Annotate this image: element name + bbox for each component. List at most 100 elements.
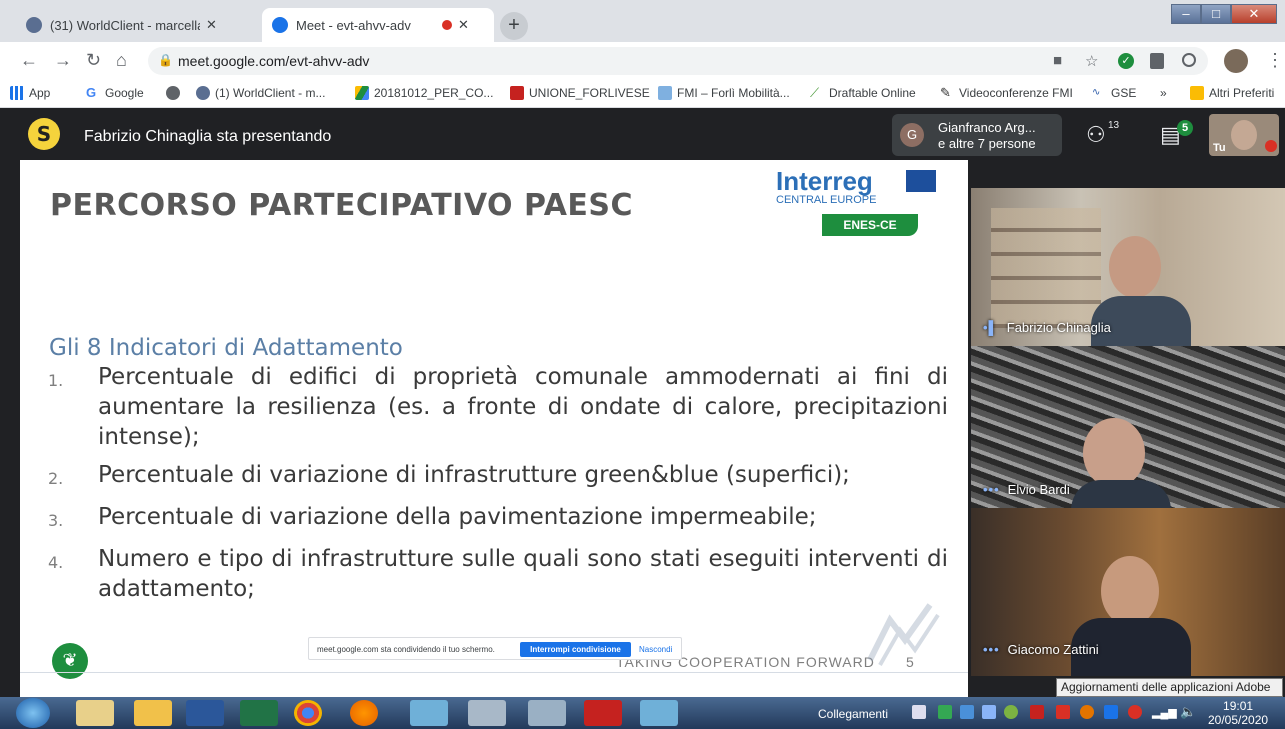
participant-tile[interactable]: ••• Elvio Bardi	[971, 346, 1285, 508]
slide-subtitle: Gli 8 Indicatori di Adattamento	[49, 335, 403, 361]
clock[interactable]: 19:01 20/05/2020	[1208, 699, 1268, 727]
participants-chip[interactable]: G Gianfranco Arg... e altre 7 persone	[892, 114, 1062, 156]
tray-icon[interactable]	[1004, 705, 1018, 719]
links-toolbar[interactable]: Collegamenti	[818, 707, 888, 721]
start-button[interactable]	[16, 698, 50, 728]
profile-avatar[interactable]	[1224, 49, 1248, 73]
presenter-avatar: S	[28, 118, 60, 150]
camera-icon[interactable]: ■	[1053, 52, 1062, 69]
participant-face	[1101, 556, 1159, 626]
url-text: meet.google.com/evt-ahvv-adv	[178, 53, 370, 69]
extension-circle-icon[interactable]	[1182, 53, 1196, 67]
mic-off-icon	[1265, 140, 1277, 152]
menu-icon[interactable]: ⋮	[1266, 50, 1284, 71]
forward-icon[interactable]: →	[54, 50, 72, 71]
app-icon[interactable]	[410, 700, 448, 726]
tab-worldclient[interactable]: (31) WorldClient - marcella.ming ✕	[16, 8, 261, 42]
draftable-icon: ⟋	[810, 86, 824, 100]
maximize-icon[interactable]: □	[1201, 4, 1231, 24]
leaf-logo-icon: ❦	[52, 643, 88, 679]
close-window-icon[interactable]: ✕	[1231, 4, 1277, 24]
extension-check-icon[interactable]: ✓	[1118, 53, 1134, 69]
worldclient-icon	[26, 17, 42, 33]
tray-icon[interactable]	[960, 705, 974, 719]
people-icon[interactable]: ⚇	[1086, 122, 1106, 148]
tray-icon[interactable]	[1104, 705, 1118, 719]
gse-icon: ∿	[1092, 86, 1106, 100]
footer-decoration-icon	[867, 603, 940, 666]
presenting-text: Fabrizio Chinaglia sta presentando	[84, 128, 332, 145]
bookshelf-background	[991, 208, 1101, 328]
bookmark-unione[interactable]: UNIONE_FORLIVESE	[510, 86, 650, 100]
back-icon[interactable]: ←	[20, 50, 38, 71]
chrome-icon[interactable]	[294, 700, 322, 726]
network-icon[interactable]: ▂▄▆	[1152, 706, 1177, 719]
recording-icon	[442, 20, 452, 30]
bookmark-gse[interactable]: ∿ GSE	[1092, 86, 1136, 100]
tray-tooltip: Aggiornamenti delle applicazioni Adobe	[1056, 678, 1283, 697]
share-message: meet.google.com sta condividendo il tuo …	[317, 645, 495, 654]
bookmarks-overflow[interactable]: »	[1160, 86, 1167, 100]
participant-face	[1109, 236, 1161, 298]
chat-badge: 5	[1177, 120, 1193, 136]
app-icon[interactable]	[640, 700, 678, 726]
tab-meet[interactable]: Meet - evt-ahvv-adv ✕	[262, 8, 494, 42]
bookmark-google[interactable]: G Google	[86, 86, 144, 100]
close-tab-icon[interactable]: ✕	[458, 17, 469, 33]
tray-icon[interactable]	[982, 705, 996, 719]
feather-icon: ✎	[940, 86, 954, 100]
bookmark-draftable[interactable]: ⟋ Draftable Online	[810, 86, 916, 100]
home-icon[interactable]: ⌂	[116, 50, 127, 71]
bookmark-icon	[510, 86, 524, 100]
fmi-icon	[658, 86, 672, 100]
bookmark-altri-preferiti[interactable]: Altri Preferiti	[1190, 86, 1274, 100]
star-icon[interactable]: ☆	[1085, 52, 1098, 70]
bookmarks-bar: App G Google (1) WorldClient - m... 20181…	[0, 80, 1285, 108]
window-controls: – □ ✕	[1171, 4, 1277, 24]
bookmark-globe[interactable]	[166, 86, 185, 100]
extension-shield-icon[interactable]	[1150, 53, 1164, 69]
list-item: 2. Percentuale di variazione di infrastru…	[48, 462, 850, 488]
shared-slide: PERCORSO PARTECIPATIVO PAESC Interreg CE…	[20, 160, 968, 697]
list-item: 1. Percentuale di edifici di proprietà co…	[48, 364, 948, 450]
calculator-icon[interactable]	[528, 700, 566, 726]
word-icon[interactable]	[186, 700, 224, 726]
tray-icon[interactable]	[1080, 705, 1094, 719]
tray-icon[interactable]	[912, 705, 926, 719]
tray-icon[interactable]	[938, 705, 952, 719]
more-options-icon: •••	[983, 642, 1000, 657]
tray-icon[interactable]	[1128, 705, 1142, 719]
folder-icon	[1190, 86, 1204, 100]
volume-icon[interactable]: 🔈	[1180, 704, 1196, 720]
bookmark-videoconferenze[interactable]: ✎ Videoconferenze FMI	[940, 86, 1073, 100]
meet-icon	[272, 17, 288, 33]
bookmark-worldclient[interactable]: (1) WorldClient - m...	[196, 86, 325, 100]
close-tab-icon[interactable]: ✕	[206, 17, 217, 33]
excel-icon[interactable]	[240, 700, 278, 726]
firefox-icon[interactable]	[350, 700, 378, 726]
enes-ce-badge: ENES-CE	[822, 214, 918, 236]
new-tab-button[interactable]: +	[500, 12, 528, 40]
address-bar[interactable]: 🔒 meet.google.com/evt-ahvv-adv ■ ☆	[148, 47, 1208, 75]
lock-icon[interactable]: 🔒	[158, 53, 173, 67]
app-icon[interactable]	[584, 700, 622, 726]
minimize-icon[interactable]: –	[1171, 4, 1201, 24]
tray-icon[interactable]	[1030, 705, 1044, 719]
eu-flag-icon	[906, 170, 936, 192]
list-item: 4. Numero e tipo di infrastrutture sulle …	[48, 546, 948, 602]
apps-grid-icon	[10, 86, 24, 100]
participant-tile[interactable]: •▌ Fabrizio Chinaglia	[971, 188, 1285, 346]
stop-sharing-button[interactable]: Interrompi condivisione	[520, 642, 631, 657]
self-view-tile[interactable]: Tu	[1209, 114, 1279, 156]
bookmark-fmi[interactable]: FMI – Forlì Mobilità...	[658, 86, 790, 100]
explorer-icon[interactable]	[76, 700, 114, 726]
snipping-tool-icon[interactable]	[468, 700, 506, 726]
meet-area: S Fabrizio Chinaglia sta presentando G G…	[0, 108, 1285, 697]
participant-tile[interactable]: ••• Giacomo Zattini	[971, 508, 1285, 676]
reload-icon[interactable]: ↻	[86, 50, 101, 71]
bookmark-apps[interactable]: App	[10, 86, 50, 100]
hide-notice-button[interactable]: Nascondi	[639, 645, 672, 654]
adobe-icon[interactable]	[1056, 705, 1070, 719]
bookmark-drive[interactable]: 20181012_PER_CO...	[355, 86, 493, 100]
outlook-icon[interactable]	[134, 700, 172, 726]
